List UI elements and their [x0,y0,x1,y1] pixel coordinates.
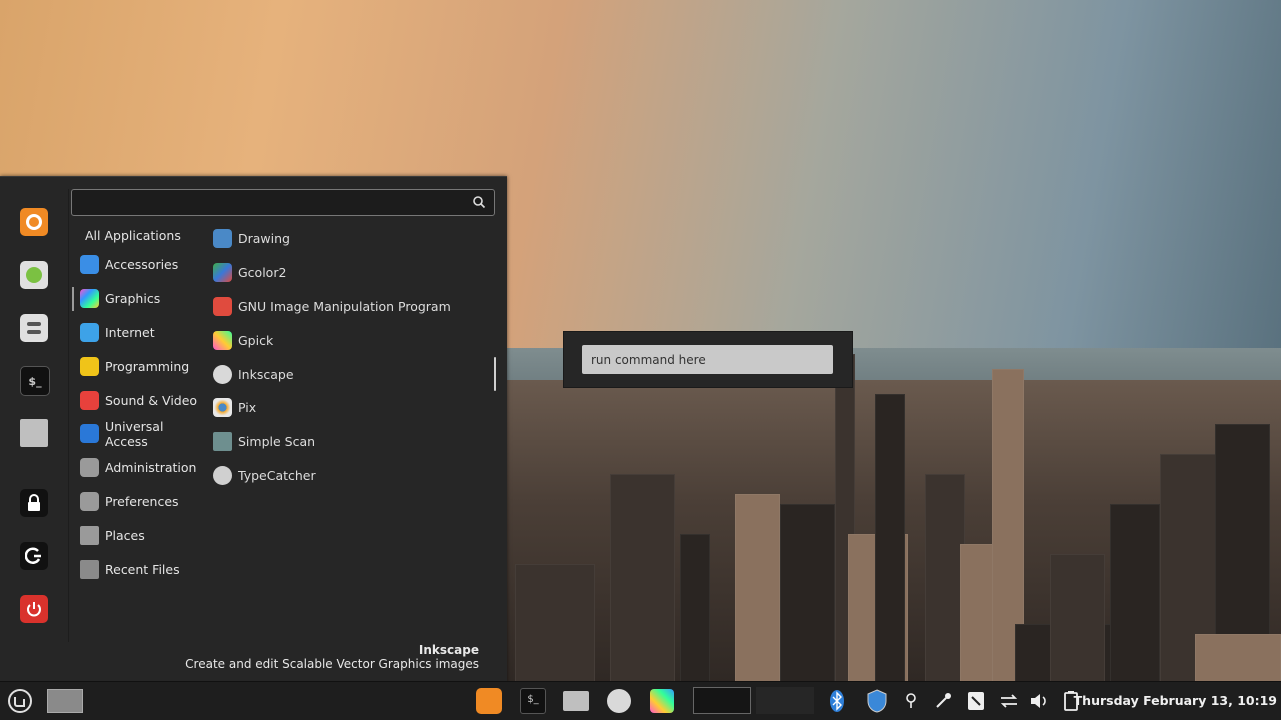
app-list: Drawing Gcolor2 GNU Image Manipulation P… [213,222,498,492]
scanner-icon [213,432,232,452]
app-description-title: Inkscape [418,643,479,657]
files-icon [563,691,589,711]
terminal-icon[interactable]: $_ [20,366,50,396]
taskbar-gpick[interactable] [648,687,676,715]
inkscape-icon [607,689,631,713]
clock[interactable]: Thursday February 13, 10:19 [1074,682,1277,720]
category-sound-video[interactable]: Sound & Video [72,383,207,417]
category-administration[interactable]: Administration [72,451,207,485]
pix-icon [213,398,232,418]
gimp-icon [213,296,232,316]
category-internet[interactable]: Internet [72,316,207,350]
app-typecatcher[interactable]: TypeCatcher [213,459,498,493]
software-center-icon[interactable] [20,261,48,289]
category-places[interactable]: Places [72,518,207,552]
typecatcher-icon [213,465,232,485]
app-gimp[interactable]: GNU Image Manipulation Program [213,290,498,324]
taskbar-terminal[interactable]: $_ [519,687,547,715]
application-menu: $_ All Applications Accessories Graphics… [0,176,507,683]
graphics-icon [80,289,99,309]
settings-icon[interactable] [20,314,48,342]
workspace-1[interactable] [693,687,751,714]
category-all-applications[interactable]: All Applications [72,222,207,248]
taskbar-panel: $_ Thursday February 13, 10:19 [0,681,1281,720]
volume-icon[interactable] [1027,687,1051,715]
accessibility-icon [80,424,99,444]
preferences-icon [80,491,99,511]
firefox-icon [476,688,502,714]
show-desktop-button[interactable] [47,687,83,715]
cloud-icon [80,322,99,342]
bluetooth-icon[interactable] [826,687,848,715]
gpick-icon [213,330,232,350]
menu-button[interactable] [6,687,34,715]
taskbar-inkscape[interactable] [605,687,633,715]
search-icon [473,196,486,209]
app-pix[interactable]: Pix [213,391,498,425]
menu-search-box[interactable] [71,189,495,216]
color-picker-icon[interactable] [932,687,954,715]
folder-icon [80,525,99,545]
redshift-icon[interactable] [902,687,920,715]
app-drawing[interactable]: Drawing [213,222,498,256]
app-description-text: Create and edit Scalable Vector Graphics… [185,657,479,671]
favorites-sidebar: $_ [0,189,69,642]
accessories-icon [80,255,99,275]
gcolor2-icon [213,263,232,283]
inkscape-icon [213,364,232,384]
update-shield-icon[interactable] [864,687,890,715]
firefox-icon[interactable] [20,208,48,236]
files-icon[interactable] [20,419,48,447]
logout-icon[interactable] [20,542,48,570]
category-programming[interactable]: Programming [72,349,207,383]
category-preferences[interactable]: Preferences [72,485,207,519]
run-command-input[interactable] [582,345,833,374]
app-description: Inkscape Create and edit Scalable Vector… [185,643,479,671]
app-gpick[interactable]: Gpick [213,323,498,357]
category-recent-files[interactable]: Recent Files [72,552,207,586]
play-icon [80,390,99,410]
category-graphics[interactable]: Graphics [72,282,207,316]
drawing-icon [213,229,232,249]
recent-files-icon [80,559,99,579]
workspace-2[interactable] [756,687,814,714]
app-gcolor2[interactable]: Gcolor2 [213,256,498,290]
category-list: All Applications Accessories Graphics In… [72,222,207,586]
menu-search-input[interactable] [78,193,462,214]
power-icon[interactable] [20,595,48,623]
network-icon[interactable] [997,687,1021,715]
app-simple-scan[interactable]: Simple Scan [213,425,498,459]
gpick-icon [650,689,674,713]
mint-logo-icon [8,689,32,713]
app-inkscape[interactable]: Inkscape [213,357,498,391]
run-command-dialog [563,331,853,388]
app-list-scrollbar[interactable] [494,357,496,391]
desktop-icon [47,689,83,713]
administration-icon [80,458,99,478]
taskbar-files[interactable] [562,687,590,715]
screenshot-tool-icon[interactable] [965,687,987,715]
terminal-icon: $_ [520,688,546,714]
category-accessories[interactable]: Accessories [72,248,207,282]
taskbar-firefox[interactable] [475,687,503,715]
category-universal-access[interactable]: Universal Access [72,417,207,451]
lock-icon[interactable] [20,489,48,517]
programming-icon [80,356,99,376]
